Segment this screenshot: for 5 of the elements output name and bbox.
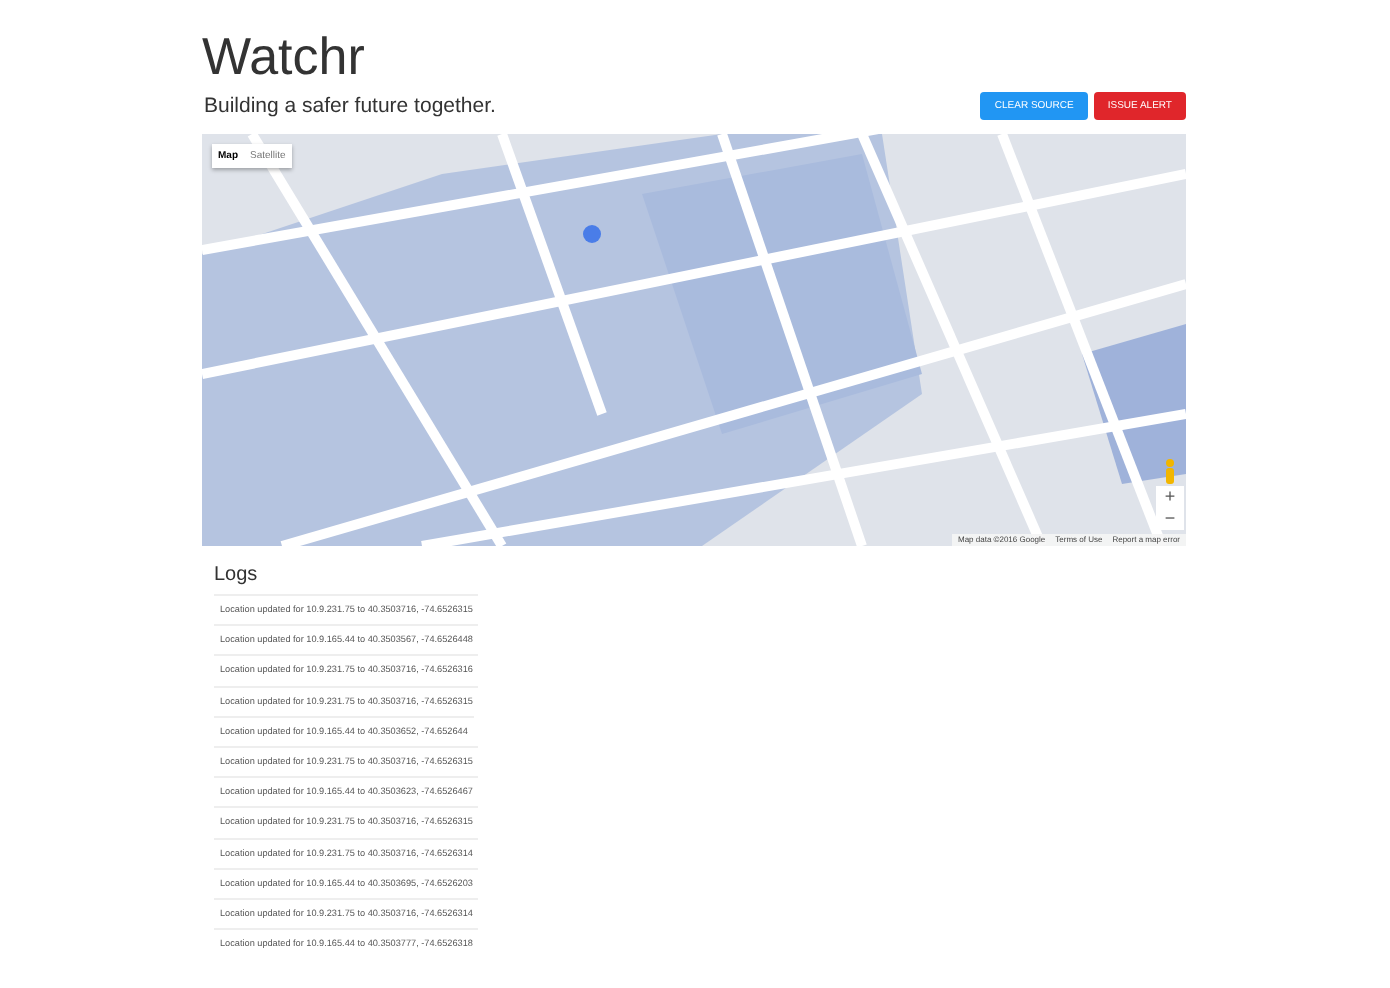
tagline: Building a safer future together.	[202, 92, 496, 120]
person-icon[interactable]	[1162, 458, 1178, 486]
logs-heading: Logs	[212, 562, 260, 590]
page-title: Watchr	[202, 24, 367, 88]
location-marker-icon	[582, 224, 602, 244]
